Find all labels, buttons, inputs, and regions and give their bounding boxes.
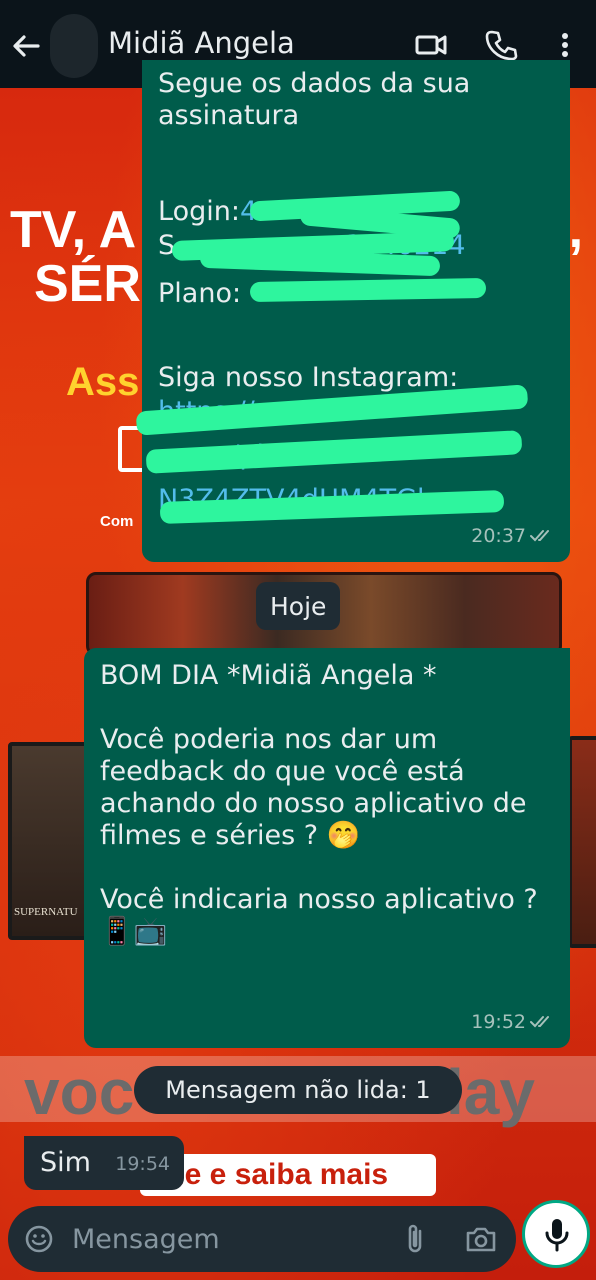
wallpaper-text: Ass (66, 360, 140, 404)
more-vertical-icon[interactable] (548, 28, 582, 62)
message-text: Sim (40, 1147, 91, 1178)
message-meta: 19:52 (471, 1006, 556, 1038)
message-bubble-incoming[interactable]: Sim 19:54 (24, 1136, 184, 1190)
double-check-icon (530, 1016, 549, 1028)
message-meta: 20:37 (471, 520, 556, 552)
message-bubble-outgoing[interactable]: BOM DIA *Midiã Angela * Você poderia nos… (84, 648, 570, 1048)
wallpaper-text: SÉR (34, 255, 141, 313)
wallpaper-tablet (568, 736, 596, 948)
message-bubble-outgoing[interactable]: Segue os dados da sua assinatura Login:4… (142, 60, 570, 562)
contact-name[interactable]: Midiã Angela (108, 26, 295, 60)
plan-label: Plano: (158, 278, 242, 309)
message-time: 20:37 (471, 525, 526, 547)
wallpaper-tablet: SUPERNATU (8, 742, 92, 940)
unread-banner: Mensagem não lida: 1 (134, 1066, 462, 1114)
message-time: 19:52 (471, 1011, 526, 1033)
login-label: Login: (158, 196, 240, 227)
emoji-icon[interactable] (24, 1224, 54, 1254)
attach-icon[interactable] (400, 1222, 430, 1256)
wallpaper-text: que e saiba mais (148, 1158, 389, 1191)
video-call-icon[interactable] (414, 28, 448, 62)
wallpaper-text: SUPERNATU (14, 906, 78, 918)
login-line: Login:4 (158, 196, 257, 228)
double-check-icon (530, 530, 549, 542)
voice-record-button[interactable] (522, 1200, 590, 1268)
redaction-mark (249, 277, 487, 303)
message-text: Segue os dados da sua assinatura (158, 68, 471, 131)
phone-icon[interactable] (484, 28, 518, 62)
message-time: 19:54 (115, 1153, 170, 1175)
wallpaper-text: Com (100, 513, 134, 530)
wallpaper-text: TV, A (10, 201, 137, 259)
avatar[interactable] (50, 14, 98, 78)
instagram-label: Siga nosso Instagram: (158, 362, 459, 393)
mic-icon (545, 1219, 569, 1252)
back-arrow-icon[interactable] (10, 30, 42, 62)
message-input[interactable] (70, 1218, 374, 1260)
camera-icon[interactable] (464, 1224, 498, 1254)
message-text: BOM DIA *Midiã Angela * Você poderia nos… (100, 660, 538, 947)
wallpaper-text: voc (24, 1056, 135, 1128)
date-separator: Hoje (256, 582, 341, 630)
message-meta: 19:54 (115, 1148, 170, 1180)
message-composer (8, 1206, 516, 1272)
